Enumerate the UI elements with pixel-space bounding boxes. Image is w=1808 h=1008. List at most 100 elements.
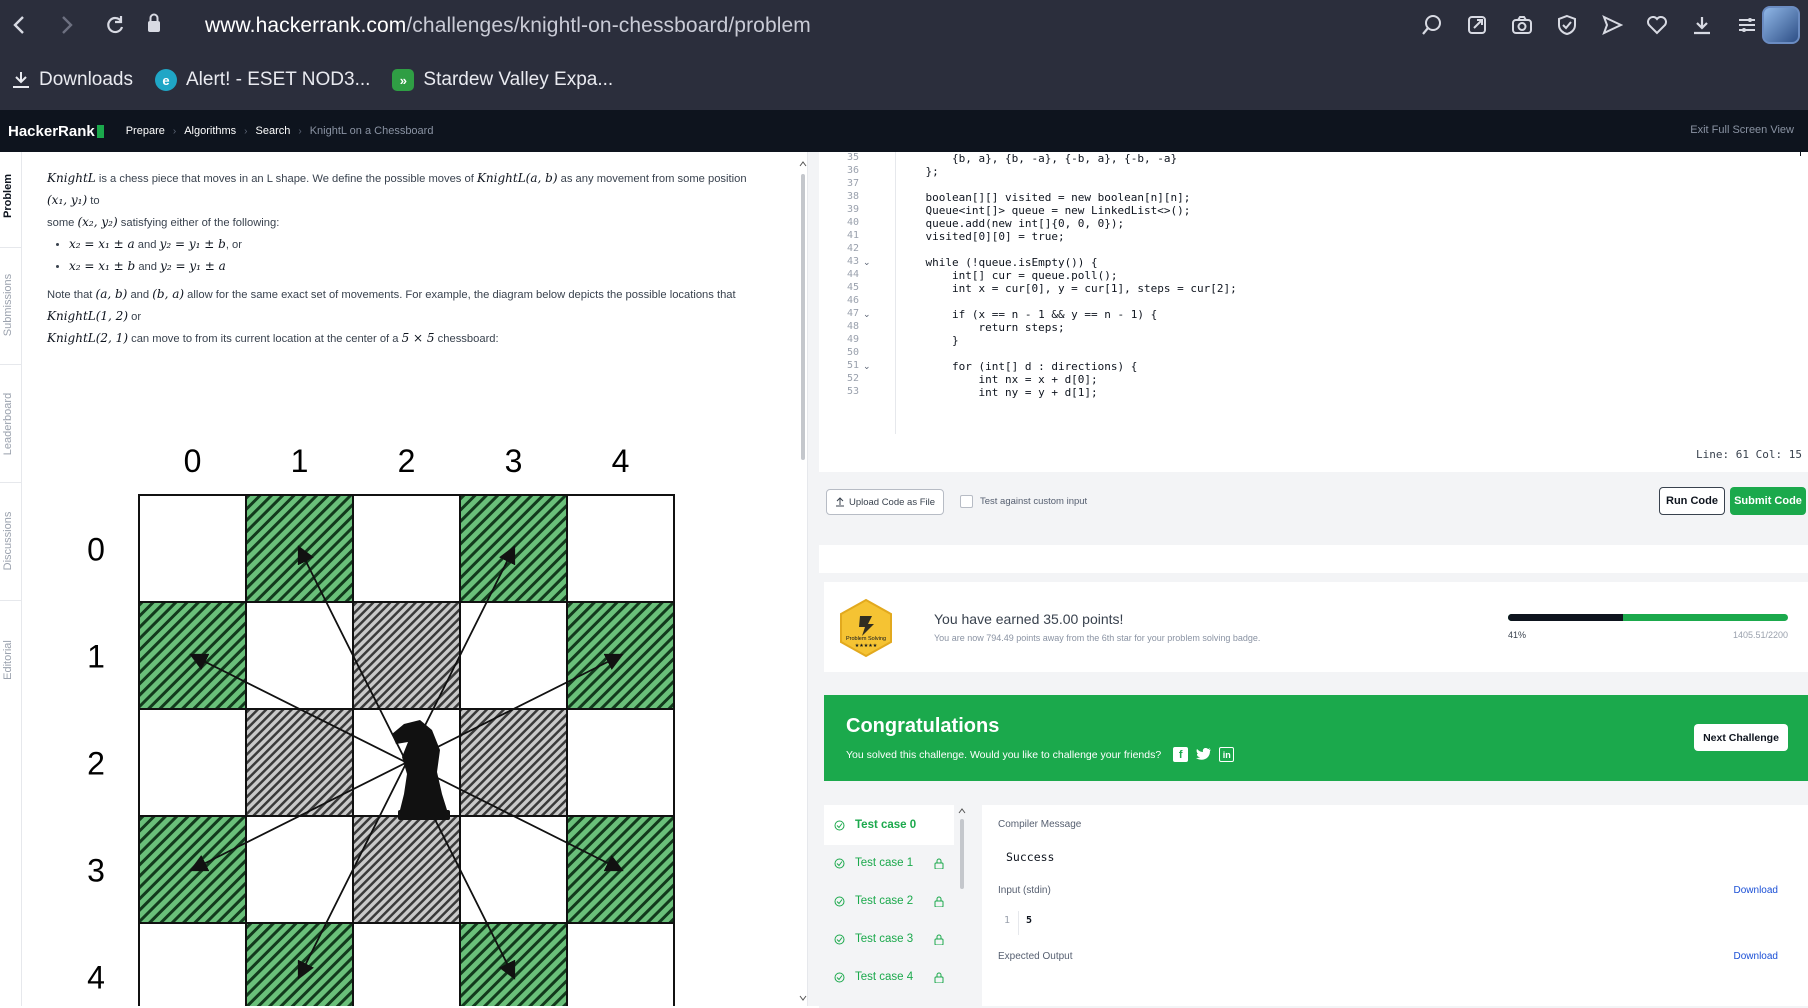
svg-text:★★★★★: ★★★★★ [855, 643, 878, 649]
test-case-label: Test case 4 [855, 971, 914, 983]
upload-icon [835, 497, 844, 507]
hackerrank-logo[interactable]: HackerRank [8, 123, 104, 140]
url-text[interactable]: www.hackerrank.com/challenges/knightl-on… [205, 14, 811, 38]
math-knightl: KnightL [47, 171, 96, 185]
code-editor[interactable]: 35 {b, a}, {b, -a}, {-b, a}, {-b, -a} 36 … [819, 152, 1808, 472]
chevron-right-icon: › [298, 125, 302, 137]
back-arrow-icon [13, 16, 24, 34]
line-number: 50 [846, 347, 859, 358]
crumb-algorithms[interactable]: Algorithms [184, 125, 236, 137]
board-cell [352, 922, 461, 1006]
condition-list: x₂ = x₁ ± a and y₂ = y₁ ± b, or x₂ = x₁ … [61, 234, 762, 278]
tab-submissions[interactable]: Submissions [2, 265, 18, 345]
test-case-list: Test case 0 Test case 1 Test case 2 Test ca… [824, 805, 954, 1006]
upload-code-button[interactable]: Upload Code as File [826, 489, 944, 515]
tab-discussions[interactable]: Discussions [2, 501, 18, 581]
tab-problem[interactable]: Problem [2, 156, 18, 236]
send-icon[interactable] [1594, 8, 1629, 42]
chessboard-diagram: 0 1 2 3 4 0 1 2 3 4 [87, 443, 675, 1006]
row-label: 0 [87, 532, 105, 568]
math: (a, b) [95, 287, 128, 301]
fold-chevron-icon[interactable]: ⌄ [863, 361, 871, 372]
problem-scrollbar[interactable] [799, 158, 807, 1006]
column-label: 3 [505, 443, 523, 479]
bookmark-stardew[interactable]: » Stardew Valley Expa... [392, 69, 613, 91]
badge-label: Problem Solving [846, 636, 886, 642]
column-label: 2 [398, 443, 416, 479]
board-cell [459, 815, 568, 924]
test-case-detail: Compiler Message Success Input (stdin) D… [982, 805, 1808, 1006]
progress-percent: 41% [1508, 630, 1527, 640]
line-number: 36 [846, 165, 859, 176]
code-line: }; [899, 165, 939, 178]
profile-avatar[interactable] [1762, 6, 1800, 44]
code-line: {b, a}, {b, -a}, {-b, a}, {-b, -a} [899, 152, 1178, 165]
test-case-label: Test case 1 [855, 857, 914, 869]
line-number: 49 [846, 334, 859, 345]
math-pos1: (x₁, y₁) [47, 193, 88, 207]
linkedin-icon[interactable]: in [1219, 747, 1235, 762]
stardew-icon: » [392, 69, 415, 91]
download-icon[interactable] [1684, 8, 1719, 42]
board-cell [459, 922, 568, 1006]
heart-icon[interactable] [1639, 8, 1674, 42]
back-button[interactable] [0, 6, 38, 44]
divider [0, 600, 22, 601]
share-icon[interactable] [1459, 8, 1494, 42]
custom-input-toggle[interactable]: Test against custom input [960, 495, 1087, 508]
board-cell [138, 922, 247, 1006]
bookmark-downloads[interactable]: Downloads [12, 69, 133, 91]
twitter-icon[interactable] [1196, 747, 1212, 762]
upload-label: Upload Code as File [848, 496, 936, 508]
next-challenge-button[interactable]: Next Challenge [1694, 724, 1788, 751]
math-knightl-ab: KnightL(a, b) [476, 171, 558, 185]
exit-fullscreen-link[interactable]: Exit Full Screen View [1690, 124, 1794, 136]
tab-leaderboard[interactable]: Leaderboard [2, 384, 18, 464]
input-label: Input (stdin) [998, 885, 1051, 896]
crumb-search[interactable]: Search [256, 125, 291, 137]
list-item: x₂ = x₁ ± b and y₂ = y₁ ± a [69, 256, 762, 278]
panel-resize-handle[interactable] [807, 152, 819, 1006]
math: x₂ = x₁ ± b [69, 259, 136, 273]
test-case-item[interactable]: Test case 4 [824, 957, 954, 997]
lock-icon [934, 934, 944, 945]
text: some [47, 217, 75, 229]
line-number: 46 [846, 295, 859, 306]
test-case-item[interactable]: Test case 2 [824, 881, 954, 921]
checkbox[interactable] [960, 495, 973, 508]
menu-icon[interactable] [1729, 8, 1764, 42]
input-line-number: 1 [1004, 915, 1011, 926]
reload-button[interactable] [96, 6, 134, 44]
fold-chevron-icon[interactable]: ⌄ [863, 309, 871, 320]
text: and [137, 239, 157, 251]
search-icon[interactable] [1414, 8, 1449, 42]
tab-editorial[interactable]: Editorial [2, 620, 18, 700]
crumb-prepare[interactable]: Prepare [126, 125, 165, 137]
test-case-item[interactable]: Test case 0 [824, 805, 954, 845]
line-number: 53 [846, 386, 859, 397]
bookmark-label: Downloads [39, 69, 133, 90]
download-expected-link[interactable]: Download [1734, 951, 1778, 962]
forward-button[interactable] [48, 6, 86, 44]
editor-scrollbar[interactable] [1800, 152, 1808, 156]
row-labels: 0 1 2 3 4 [87, 532, 105, 996]
shield-icon[interactable] [1549, 8, 1584, 42]
line-number: 37 [846, 178, 859, 189]
test-case-item[interactable]: Test case 3 [824, 919, 954, 959]
problem-panel: KnightL is a chess piece that moves in a… [22, 152, 807, 1006]
fold-chevron-icon[interactable]: ⌄ [863, 257, 871, 268]
test-case-label: Test case 3 [855, 933, 914, 945]
run-code-button[interactable]: Run Code [1659, 487, 1725, 515]
facebook-icon[interactable]: f [1173, 747, 1189, 762]
submit-code-button[interactable]: Submit Code [1730, 487, 1806, 515]
test-case-item[interactable]: Test case 1 [824, 843, 954, 883]
badge-progress-bar [1508, 614, 1788, 621]
camera-icon[interactable] [1504, 8, 1539, 42]
test-case-scrollbar[interactable] [957, 805, 967, 1006]
bookmark-eset[interactable]: e Alert! - ESET NOD3... [155, 69, 370, 91]
lock-icon[interactable] [146, 13, 162, 33]
board-cell [352, 601, 461, 710]
gutter-line [895, 152, 896, 434]
editor-actions: Upload Code as File Test against custom … [819, 472, 1808, 530]
download-input-link[interactable]: Download [1734, 885, 1778, 896]
